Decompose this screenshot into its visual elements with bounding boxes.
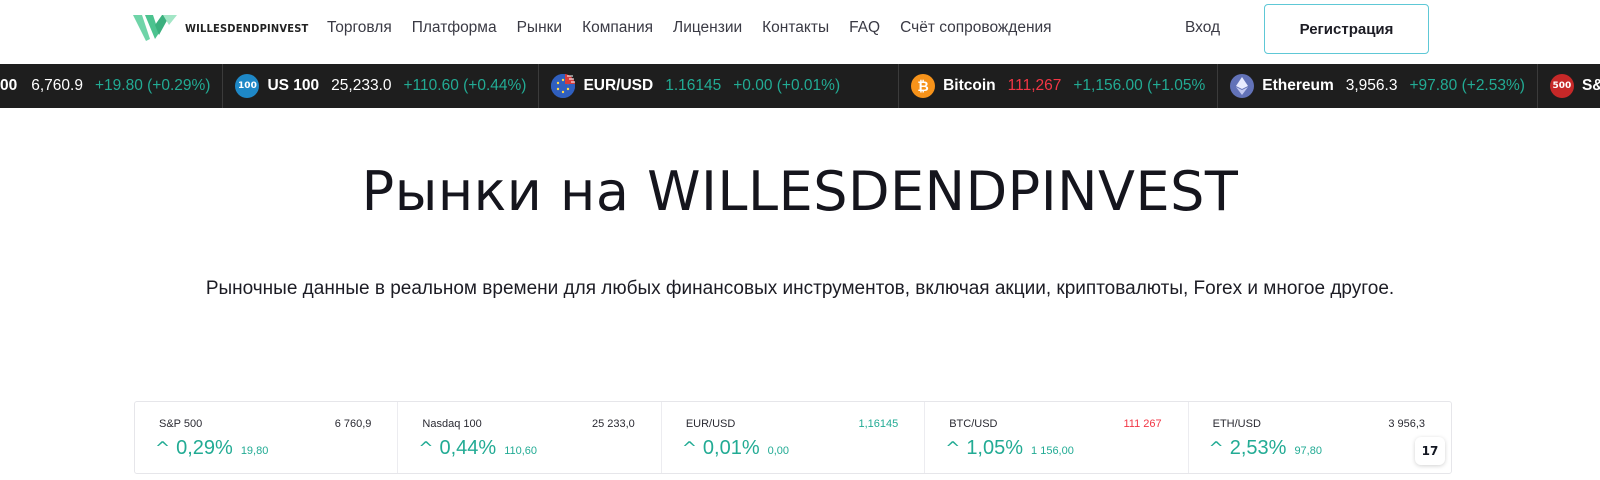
ticker-item-eurusd[interactable]: EUR/USD 1.16145 +0.00 (+0.01%) [539, 64, 900, 108]
market-cell-pct: 0,44% [439, 437, 497, 459]
ticker-item-name: EUR/USD [583, 77, 654, 94]
nav-contacts[interactable]: Контакты [762, 19, 829, 37]
ticker-item-ethereum[interactable]: Ethereum 3,956.3 +97.80 (+2.53%) [1218, 64, 1538, 108]
nav-platform[interactable]: Платформа [412, 19, 497, 37]
nav-markets[interactable]: Рынки [517, 19, 562, 37]
ticker-item-name: Bitcoin [943, 77, 996, 94]
bitcoin-icon: ₿ [911, 74, 936, 98]
market-cell-pct: 0,29% [176, 437, 233, 459]
ticker-track: 00 6,760.9 +19.80 (+0.29%) 100 US 100 25… [0, 64, 1600, 108]
ticker-item-lead: 00 [0, 77, 18, 94]
market-cell-eurusd[interactable]: EUR/USD 1,16145 ^ 0,01% 0,00 [662, 402, 926, 473]
market-cell-price: 1,16145 [858, 418, 899, 430]
logo-icon [133, 15, 177, 41]
page-title: Рынки на WILLESDENDPINVEST [361, 160, 1239, 223]
market-cell-sp500[interactable]: S&P 500 6 760,9 ^ 0,29% 19,80 [135, 402, 399, 473]
market-cell-price: 25 233,0 [591, 418, 635, 430]
ticker-item-name: US 100 [267, 77, 320, 94]
market-cell-ethusd[interactable]: ETH/USD 3 956,3 ^ 2,53% 97,80 17 [1189, 402, 1451, 473]
arrow-up-icon: ^ [155, 438, 171, 459]
nav-licenses[interactable]: Лицензии [673, 19, 742, 37]
market-cell-change: ^ 0,29% 19,80 [155, 437, 268, 460]
page-subtitle: Рыночные данные в реальном времени для л… [205, 278, 1395, 299]
market-cell-pct: 2,53% [1229, 437, 1287, 459]
ticker-tape: 00 6,760.9 +19.80 (+0.29%) 100 US 100 25… [0, 64, 1600, 108]
register-button[interactable]: Регистрация [1264, 4, 1429, 54]
logo-text: WILLESDENDPINVEST [185, 22, 309, 35]
market-cell-name: ETH/USD [1212, 418, 1261, 430]
market-cell-price: 3 956,3 [1388, 418, 1426, 430]
ticker-item-sp500-next[interactable]: 500 S& [1538, 64, 1600, 108]
login-link[interactable]: Вход [1185, 19, 1220, 37]
eu-us-flag-icon [551, 74, 576, 98]
ticker-item-change: +19.80 (+0.29%) [94, 77, 211, 94]
market-cell-abs: 0,00 [767, 445, 790, 457]
market-cell-nasdaq100[interactable]: Nasdaq 100 25 233,0 ^ 0,44% 110,60 [398, 402, 662, 473]
market-cell-price: 111 267 [1123, 418, 1162, 430]
ticker-item-price: 25,233.0 [331, 77, 392, 94]
ticker-item-change: +0.00 (+0.01%) [733, 77, 841, 94]
ticker-item-price: 3,956.3 [1345, 77, 1398, 94]
ticker-item-price: 1.16145 [665, 77, 722, 94]
market-cell-abs: 19,80 [240, 445, 269, 457]
arrow-up-icon: ^ [1208, 438, 1224, 459]
main-nav: Торговля Платформа Рынки Компания Лиценз… [327, 19, 1072, 37]
market-cell-change: ^ 1,05% 1 156,00 [945, 437, 1074, 460]
ethereum-icon [1230, 74, 1255, 98]
market-cell-abs: 1 156,00 [1031, 445, 1074, 457]
nav-company[interactable]: Компания [582, 19, 653, 37]
arrow-up-icon: ^ [681, 438, 697, 459]
market-cell-pct: 0,01% [702, 437, 760, 459]
market-cell-price: 6 760,9 [334, 418, 372, 430]
nav-faq[interactable]: FAQ [849, 19, 880, 37]
market-cell-name: EUR/USD [685, 418, 736, 430]
ticker-item-change: +97.80 (+2.53%) [1409, 77, 1525, 94]
ticker-item-bitcoin[interactable]: ₿ Bitcoin 111,267 +1,156.00 (+1.05% [899, 64, 1219, 108]
market-cell-change: ^ 0,44% 110,60 [418, 437, 537, 460]
ticker-item-name: S& [1581, 77, 1600, 94]
ticker-item-us100[interactable]: 100 US 100 25,233.0 +110.60 (+0.44%) [223, 64, 540, 108]
market-cell-pct: 1,05% [966, 437, 1024, 459]
ticker-item-change: +110.60 (+0.44%) [403, 77, 527, 94]
ticker-item-change: +1,156.00 (+1.05% [1073, 77, 1206, 94]
tradingview-logo-icon[interactable]: 17 [1415, 437, 1446, 465]
arrow-up-icon: ^ [945, 438, 961, 459]
ticker-item-sp500[interactable]: 00 6,760.9 +19.80 (+0.29%) [0, 64, 224, 108]
market-cell-btcusd[interactable]: BTC/USD 111 267 ^ 1,05% 1 156,00 [925, 402, 1189, 473]
ticker-item-price: 111,267 [1007, 77, 1062, 94]
market-cell-abs: 97,80 [1294, 445, 1322, 457]
site-header: WILLESDENDPINVEST Торговля Платформа Рын… [0, 0, 1600, 64]
market-cell-change: ^ 0,01% 0,00 [682, 437, 789, 460]
market-cell-name: BTC/USD [949, 418, 998, 430]
ticker-item-price: 6,760.9 [31, 77, 83, 94]
market-cell-change: ^ 2,53% 97,80 [1209, 437, 1322, 460]
market-overview-widget: S&P 500 6 760,9 ^ 0,29% 19,80 Nasdaq 100… [134, 401, 1452, 474]
logo[interactable]: WILLESDENDPINVEST [133, 13, 308, 43]
sp500-icon: 500 [1549, 74, 1574, 98]
us100-icon: 100 [235, 74, 260, 98]
arrow-up-icon: ^ [418, 438, 434, 459]
nav-managed-account[interactable]: Счёт сопровождения [900, 19, 1051, 37]
market-cell-name: Nasdaq 100 [422, 418, 482, 430]
ticker-item-name: Ethereum [1262, 77, 1334, 94]
market-cell-name: S&P 500 [159, 418, 203, 430]
nav-trading[interactable]: Торговля [327, 19, 392, 37]
market-cell-abs: 110,60 [504, 445, 538, 457]
